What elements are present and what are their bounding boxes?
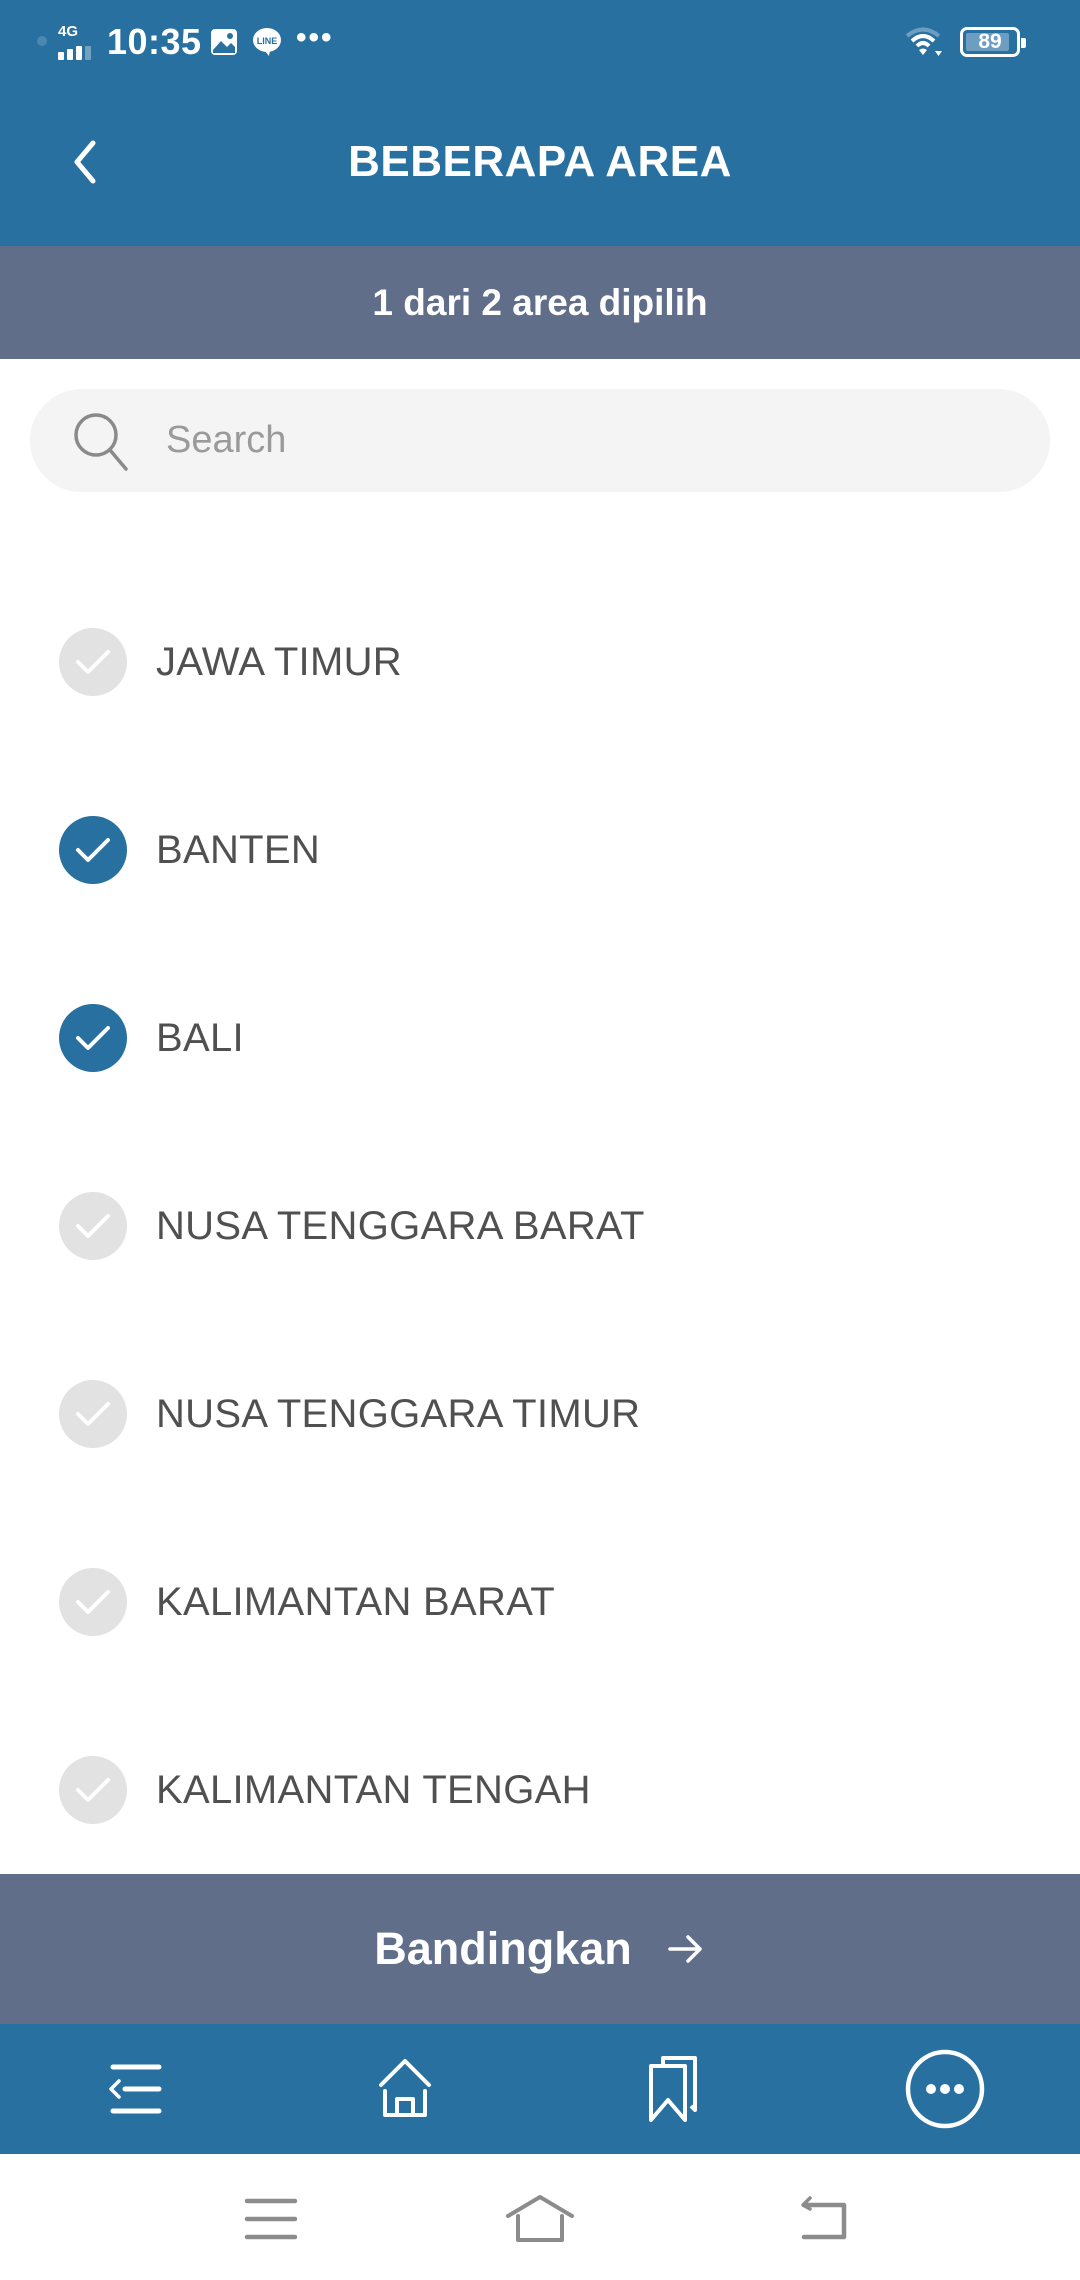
- area-label: KALIMANTAN TENGAH: [156, 1767, 591, 1812]
- nav-home-button[interactable]: [340, 2024, 470, 2154]
- area-label: BANTEN: [156, 827, 321, 872]
- arrow-right-icon: [668, 1935, 702, 1963]
- home-icon: [379, 2059, 431, 2117]
- nav-bookmarks-button[interactable]: [608, 2024, 738, 2154]
- checkmark-icon: [76, 1402, 110, 1426]
- area-label: NUSA TENGGARA BARAT: [156, 1203, 645, 1248]
- area-item[interactable]: KALIMANTAN BARAT: [0, 1542, 1080, 1662]
- checkmark-icon: [76, 1590, 110, 1614]
- area-item[interactable]: NUSA TENGGARA BARAT: [0, 1166, 1080, 1286]
- bottom-nav: [0, 2024, 1080, 2154]
- wifi-icon: [905, 27, 942, 56]
- compare-button-label: Bandingkan: [374, 1923, 632, 1974]
- more-options-icon: [905, 2049, 985, 2129]
- search-box[interactable]: [30, 389, 1050, 492]
- search-input[interactable]: [166, 389, 1016, 492]
- cellular-signal-icon: 4G: [58, 24, 96, 60]
- more-notifications-icon: •••: [296, 21, 334, 54]
- menu-list-icon: [109, 2064, 162, 2114]
- checkbox[interactable]: [59, 816, 127, 884]
- checkbox[interactable]: [59, 628, 127, 696]
- area-item[interactable]: NUSA TENGGARA TIMUR: [0, 1354, 1080, 1474]
- area-label: NUSA TENGGARA TIMUR: [156, 1391, 641, 1436]
- checkmark-icon: [76, 1214, 110, 1238]
- clock: 10:35: [107, 21, 202, 62]
- bookmarks-icon: [649, 2056, 697, 2122]
- checkmark-icon: [76, 1026, 110, 1050]
- checkbox[interactable]: [59, 1004, 127, 1072]
- area-label: KALIMANTAN BARAT: [156, 1579, 555, 1624]
- checkbox[interactable]: [59, 1568, 127, 1636]
- area-item[interactable]: BALI: [0, 978, 1080, 1098]
- recent-apps-icon: [244, 2198, 298, 2240]
- image-icon: [211, 29, 237, 55]
- status-bar: 4G 10:35 LINE ••• 89: [0, 0, 1080, 82]
- checkbox[interactable]: [59, 1756, 127, 1824]
- back-icon: [801, 2196, 847, 2240]
- area-label: BALI: [156, 1015, 244, 1060]
- checkmark-icon: [76, 1778, 110, 1802]
- checkmark-icon: [76, 650, 110, 674]
- battery-icon: 89: [960, 27, 1026, 57]
- system-nav-bar: [0, 2154, 1080, 2280]
- compare-button[interactable]: Bandingkan: [0, 1874, 1080, 2024]
- search-icon: [74, 413, 128, 471]
- recent-apps-button[interactable]: [226, 2174, 316, 2264]
- app-header: BEBERAPA AREA: [0, 82, 1080, 246]
- notification-dot-icon: [37, 36, 47, 46]
- home-icon: [506, 2195, 574, 2242]
- system-home-button[interactable]: [495, 2174, 585, 2264]
- system-back-button[interactable]: [780, 2174, 870, 2264]
- area-item[interactable]: KALIMANTAN TENGAH: [0, 1730, 1080, 1850]
- area-label: JAWA TIMUR: [156, 639, 402, 684]
- area-item[interactable]: BANTEN: [0, 790, 1080, 910]
- checkmark-icon: [76, 838, 110, 862]
- battery-level: 89: [978, 30, 1002, 53]
- line-app-icon: LINE: [253, 28, 281, 56]
- checkbox[interactable]: [59, 1380, 127, 1448]
- svg-text:LINE: LINE: [257, 36, 278, 46]
- selection-summary-bar: 1 dari 2 area dipilih: [0, 246, 1080, 359]
- nav-menu-button[interactable]: [70, 2024, 200, 2154]
- page-title: BEBERAPA AREA: [348, 137, 732, 186]
- area-item[interactable]: JAWA TIMUR: [0, 602, 1080, 722]
- nav-more-button[interactable]: [880, 2024, 1010, 2154]
- network-type: 4G: [58, 23, 79, 40]
- checkbox[interactable]: [59, 1192, 127, 1260]
- selection-summary: 1 dari 2 area dipilih: [372, 281, 708, 323]
